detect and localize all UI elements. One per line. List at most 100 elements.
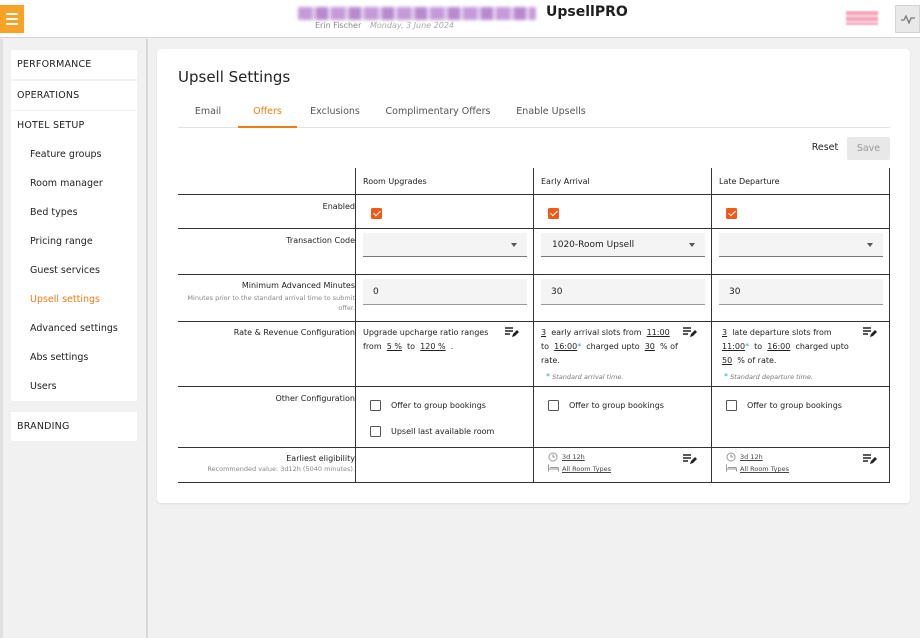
pulse-icon[interactable] [895,5,920,33]
row-label-enabled: Enabled [322,202,355,211]
app-title: UpsellPRO [546,4,628,20]
edit-list-icon[interactable] [505,326,519,338]
tab-enable-upsells[interactable]: Enable Upsells [511,100,591,128]
sidebar-item-upsell-settings[interactable]: Upsell settings [11,285,137,314]
tab-complimentary-offers[interactable]: Complimentary Offers [381,100,495,128]
early-percent[interactable]: 30 [645,342,655,351]
percent-text: % of rate. [737,356,777,365]
transaction-code-select-room-upgrades[interactable] [363,233,527,257]
min-advanced-input-late-departure[interactable]: 30 [719,279,883,305]
edit-list-icon[interactable] [683,453,697,465]
enabled-checkbox-late-departure[interactable] [726,208,737,219]
asterisk-marker: * [724,372,728,381]
offer-group-bookings-checkbox-late-departure[interactable] [726,400,737,411]
eligibility-room-types-early[interactable]: All Room Types [562,465,611,473]
hotel-name-redacted [298,7,536,20]
sidebar-section-branding[interactable]: BRANDING [11,412,137,441]
menu-icon[interactable] [0,5,24,33]
column-header-early-arrival: Early Arrival [541,177,590,186]
sidebar-item-feature-groups[interactable]: Feature groups [11,140,137,169]
row-label-text: Earliest eligibility [286,454,355,463]
room-types-value[interactable]: All Room Types [562,465,611,473]
min-advanced-input-room-upgrades[interactable]: 0 [363,279,527,305]
upcharge-to-value[interactable]: 120 % [420,342,445,351]
settings-card: Upsell Settings Email Offers Exclusions … [157,49,910,503]
early-arrival-line1: 3 early arrival slots from 11:00 [541,328,670,337]
table-divider [178,321,890,322]
asterisk-marker: * [745,342,750,351]
early-arrival-line2: to 16:00* charged upto 30 % of [541,342,678,351]
upcharge-from-value[interactable]: 5 % [387,342,402,351]
edit-list-icon[interactable] [863,326,877,338]
table-divider [178,386,890,387]
late-slots-text: late departure slots from [732,328,832,337]
sidebar-section-operations[interactable]: OPERATIONS [11,81,137,110]
sidebar-heading-operations[interactable]: OPERATIONS [11,81,137,110]
offer-group-bookings-checkbox-early-arrival[interactable] [548,400,559,411]
transaction-code-select-early-arrival[interactable]: 1020-Room Upsell [541,233,705,257]
duration-value[interactable]: 3d 12h [562,453,585,461]
table-divider [533,168,534,483]
from-word: from [363,342,382,351]
early-slots-value[interactable]: 3 [541,328,546,337]
eligibility-room-types-late[interactable]: All Room Types [740,465,789,473]
save-button[interactable]: Save [847,137,890,160]
sidebar-heading-performance[interactable]: PERFORMANCE [11,50,137,79]
room-types-value[interactable]: All Room Types [740,465,789,473]
row-label-earliest-eligibility: Earliest eligibility Recommended value: … [185,454,355,474]
row-label-other-configuration: Other Configuration [275,394,355,403]
sidebar-section-performance[interactable]: PERFORMANCE [11,50,137,79]
row-sublabel: Minutes prior to the standard arrival ti… [187,294,355,312]
row-sublabel: Recommended value: 3d12h (5040 minutes). [207,465,355,473]
table-divider [178,447,890,448]
sidebar-heading-hotel-setup[interactable]: HOTEL SETUP [11,111,137,140]
upcharge-range: from 5 % to 120 % . [363,342,453,351]
row-label-text: Minimum Advanced Minutes [241,281,355,290]
edit-list-icon[interactable] [863,453,877,465]
early-arrival-hint-text: Standard arrival time. [552,373,624,381]
percent-text: % of [659,342,678,351]
offer-group-bookings-label: Offer to group bookings [391,401,486,410]
sidebar-item-abs-settings[interactable]: Abs settings [11,343,137,372]
tab-email[interactable]: Email [178,100,238,128]
user-name: Erin Fischer [315,21,362,30]
late-departure-hint-text: Standard departure time. [730,373,813,381]
late-to-time[interactable]: 16:00 [767,342,790,351]
to-word: to [407,342,416,351]
duration-value[interactable]: 3d 12h [740,453,763,461]
table-divider [889,168,890,483]
offer-group-bookings-checkbox-room-upgrades[interactable] [370,400,381,411]
enabled-checkbox-early-arrival[interactable] [548,208,559,219]
table-divider [178,274,890,275]
early-slots-text: early arrival slots from [551,328,642,337]
sidebar-heading-branding[interactable]: BRANDING [11,412,137,441]
eligibility-duration-late[interactable]: 3d 12h [740,453,763,461]
min-advanced-input-early-arrival[interactable]: 30 [541,279,705,305]
early-arrival-hint: * Standard arrival time. [546,372,623,381]
bed-icon [726,464,737,472]
sidebar-item-guest-services[interactable]: Guest services [11,256,137,285]
tab-offers[interactable]: Offers [238,100,297,128]
enabled-checkbox-room-upgrades[interactable] [371,208,382,219]
late-slots-value[interactable]: 3 [722,328,727,337]
edit-list-icon[interactable] [683,326,697,338]
sidebar-item-users[interactable]: Users [11,372,137,401]
upsell-last-room-checkbox[interactable] [370,426,381,437]
late-percent[interactable]: 50 [722,356,732,365]
eligibility-duration-early[interactable]: 3d 12h [562,453,585,461]
table-divider [178,228,890,229]
tab-exclusions[interactable]: Exclusions [302,100,368,128]
column-header-late-departure: Late Departure [719,177,780,186]
sidebar-item-bed-types[interactable]: Bed types [11,198,137,227]
early-to-time[interactable]: 16:00 [554,342,577,351]
early-from-time[interactable]: 11:00 [647,328,670,337]
sidebar-item-room-manager[interactable]: Room manager [11,169,137,198]
to-word: to [541,342,550,351]
transaction-code-select-late-departure[interactable] [719,233,883,257]
reset-button[interactable]: Reset [805,137,845,159]
sidebar-item-pricing-range[interactable]: Pricing range [11,227,137,256]
clock-icon [548,452,558,462]
late-from-time[interactable]: 11:00 [722,342,745,351]
sidebar-item-advanced-settings[interactable]: Advanced settings [11,314,137,343]
upcharge-text: Upgrade upcharge ratio ranges [363,328,489,337]
